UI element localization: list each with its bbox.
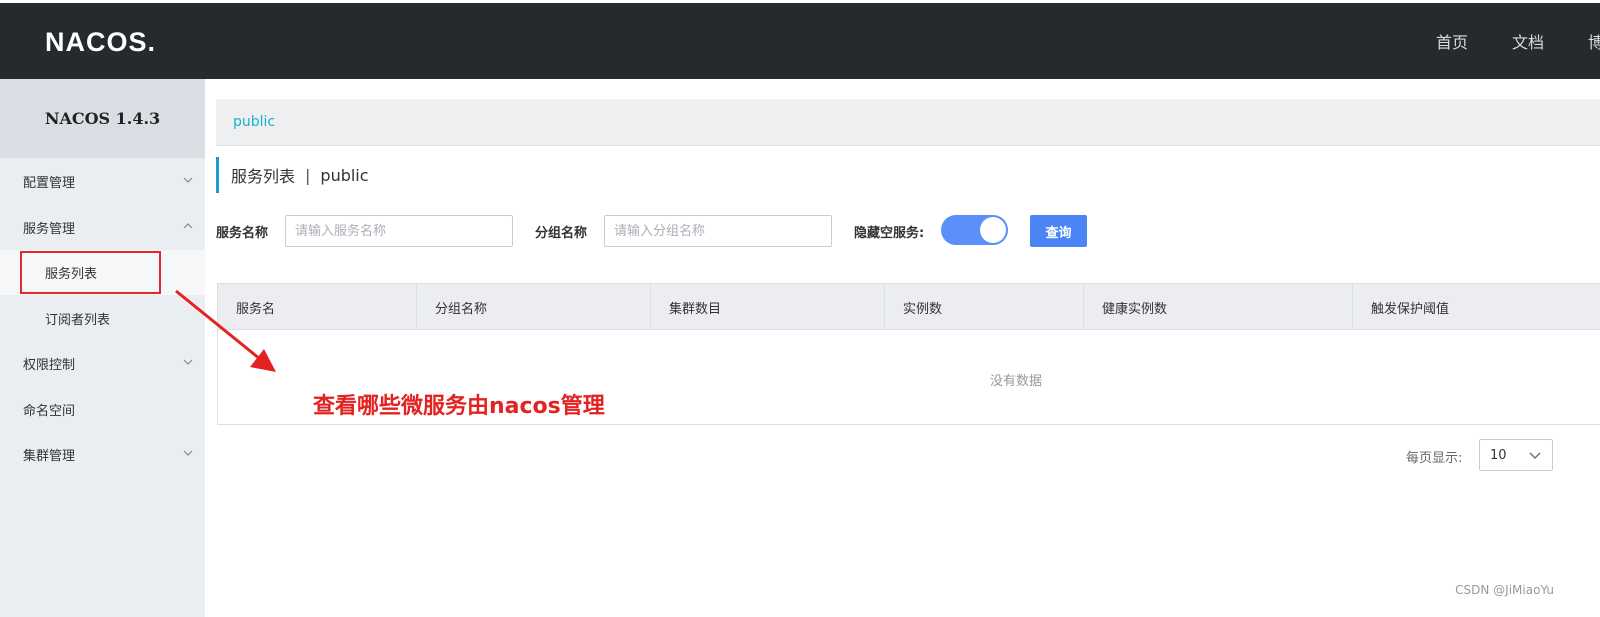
page-size-value: 10 [1490,447,1507,463]
sidebar-item-cluster-management[interactable]: 集群管理 [0,434,205,474]
query-button[interactable]: 查询 [1030,215,1087,247]
chevron-down-icon [1529,452,1541,459]
service-name-input[interactable] [285,215,513,247]
table-header: 服务名 分组名称 集群数目 实例数 健康实例数 触发保护阈值 [218,284,1600,330]
annotation-arrow-icon [175,289,276,372]
page-size-select[interactable]: 10 [1479,439,1553,471]
logo-text: NACOS. [45,28,156,54]
sidebar-item-namespace[interactable]: 命名空间 [0,389,205,429]
page-title-namespace: public [320,165,369,185]
sidebar-item-label: 订阅者列表 [45,312,111,328]
page-title: 服务列表 | public [216,157,369,193]
hide-empty-label: 隐藏空服务: [854,226,925,241]
chevron-up-icon [183,223,193,229]
nacos-logo-icon: NACOS. [45,28,156,54]
top-nav: 首页 文档 博客 [1436,3,1600,79]
group-name-label: 分组名称 [535,226,588,241]
highlight-box [20,251,161,294]
column-header-healthy-instances: 健康实例数 [1084,284,1353,330]
annotation-text: 查看哪些微服务由nacos管理 [313,394,605,419]
chevron-down-icon [183,450,193,456]
column-header-protect-threshold: 触发保护阈值 [1371,301,1450,317]
watermark: CSDN @JiMiaoYu [1455,583,1554,597]
sidebar-item-config-management[interactable]: 配置管理 [0,161,205,201]
toggle-knob [980,217,1006,243]
version-title: NACOS 1.4.3 [0,79,205,158]
empty-state-text: 没有数据 [990,374,1043,389]
namespace-bar: public [216,99,1600,146]
sidebar-item-label: 配置管理 [23,175,76,191]
sidebar-item-label: 服务管理 [23,221,76,237]
namespace-tab-public[interactable]: public [233,114,275,130]
page-title-text: 服务列表 [231,167,296,186]
sidebar-item-label: 命名空间 [23,403,76,419]
sidebar-item-service-management[interactable]: 服务管理 [0,207,205,247]
top-nav-docs[interactable]: 文档 [1512,29,1544,53]
column-header-instance-count: 实例数 [885,284,1084,330]
nacos-logo[interactable]: NACOS. [45,25,157,57]
service-name-label: 服务名称 [216,226,269,241]
page-size-label: 每页显示: [1406,451,1463,466]
title-separator: | [305,165,311,185]
group-name-input[interactable] [604,215,832,247]
sidebar-item-label: 权限控制 [23,357,76,373]
column-header-cluster-count: 集群数目 [651,284,885,330]
hide-empty-toggle[interactable] [941,215,1008,245]
sidebar-item-label: 集群管理 [23,448,76,464]
top-nav-blog[interactable]: 博客 [1588,29,1600,53]
column-header-group-name: 分组名称 [417,284,651,330]
top-nav-home[interactable]: 首页 [1436,29,1468,53]
top-bar: NACOS. 首页 文档 博客 [0,3,1600,79]
chevron-down-icon [183,177,193,183]
